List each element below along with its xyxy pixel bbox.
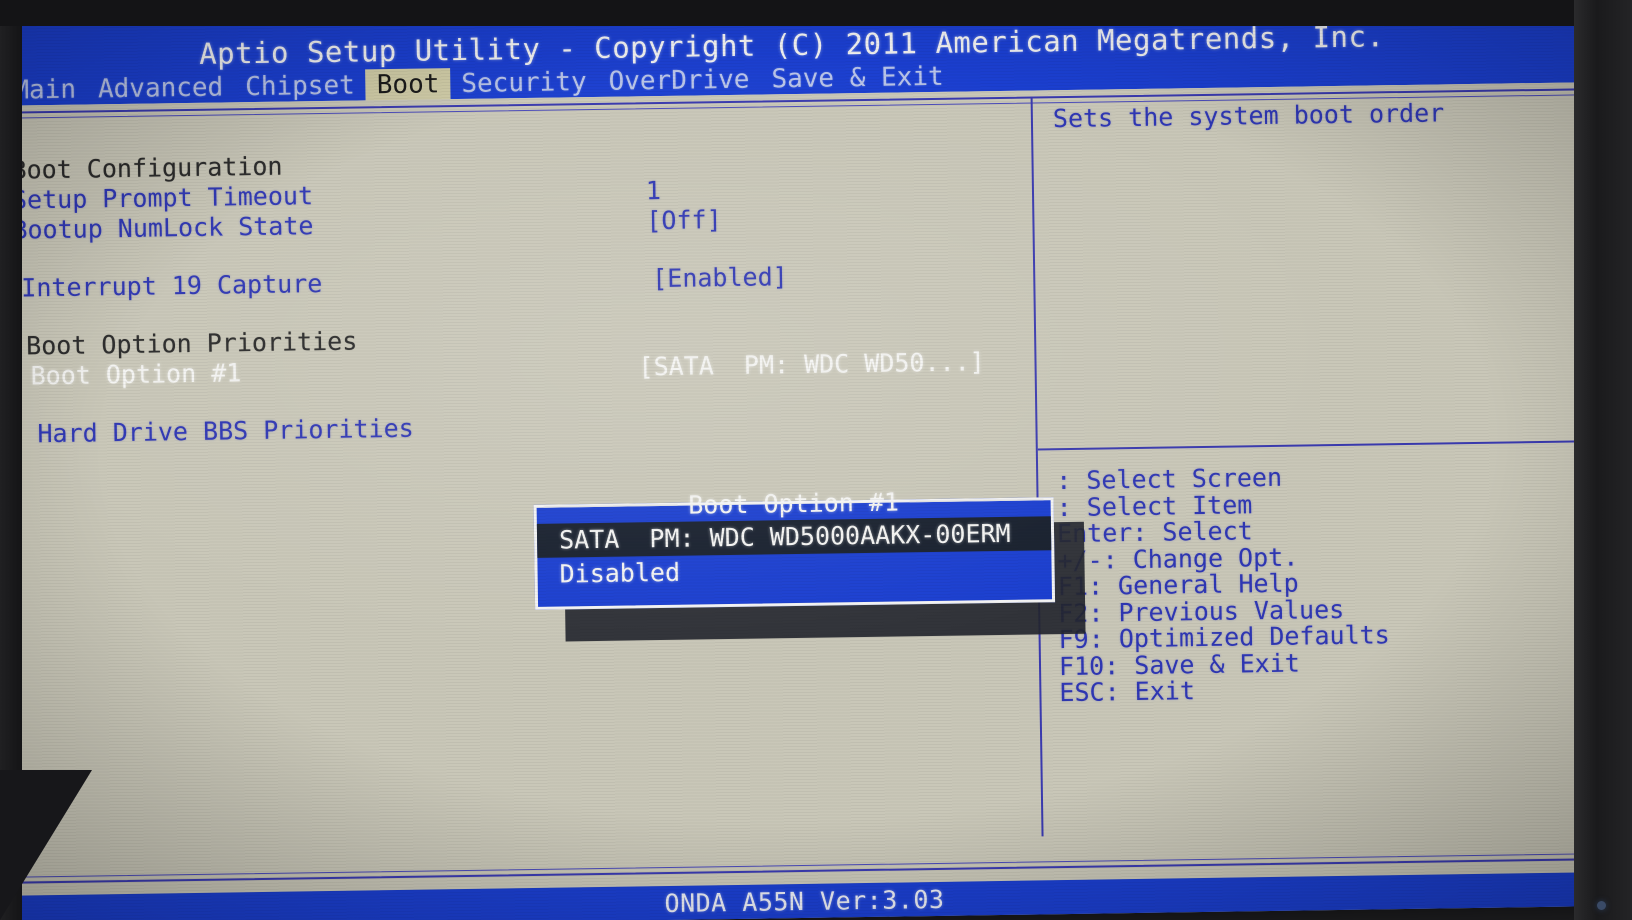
value-setup-prompt-timeout[interactable]: 1 <box>646 176 661 205</box>
key-legend: : Select Screen : Select Item Enter: Sel… <box>1056 461 1539 707</box>
value-boot-option-1[interactable]: [SATA PM: WDC WD50...] <box>638 347 985 381</box>
dialog-rule-right <box>909 498 1044 503</box>
photo-of-monitor: Aptio Setup Utility - Copyright (C) 2011… <box>0 0 1632 920</box>
tab-overdrive[interactable]: OverDrive <box>597 64 760 98</box>
dialog-option-list: SATA PM: WDC WD5000AAKX-00ERM Disabled <box>536 516 1052 592</box>
label-boot-option-priorities: Boot Option Priorities <box>25 326 358 361</box>
dialog-rule-left <box>543 503 678 508</box>
bios-body: Boot Configuration Setup Prompt Timeout … <box>0 82 1615 896</box>
dialog-option-disabled[interactable]: Disabled <box>537 550 1051 592</box>
tab-advanced[interactable]: Advanced <box>87 71 235 105</box>
boot-option-1-dialog: Boot Option #1 SATA PM: WDC WD5000AAKX-0… <box>533 487 1056 610</box>
tab-boot[interactable]: Boot <box>365 68 451 102</box>
label-bootup-numlock-state: Bootup NumLock State <box>12 211 314 245</box>
tab-security[interactable]: Security <box>450 66 598 100</box>
monitor-bezel-top <box>0 0 1632 26</box>
row-interrupt-19-capture[interactable]: Interrupt 19 Capture [Enabled] <box>7 259 1017 302</box>
value-bootup-numlock-state[interactable]: [Off] <box>646 205 722 235</box>
settings-pane: Boot Configuration Setup Prompt Timeout … <box>5 109 1026 844</box>
power-led-icon <box>1597 901 1606 910</box>
tab-save-exit[interactable]: Save & Exit <box>760 61 955 96</box>
monitor-bezel-right <box>1574 0 1632 920</box>
tab-chipset[interactable]: Chipset <box>234 69 366 103</box>
row-hard-drive-bbs-priorities[interactable]: Hard Drive BBS Priorities <box>9 405 1019 449</box>
label-boot-configuration: Boot Configuration <box>11 151 283 185</box>
label-boot-option-1: Boot Option #1 <box>30 358 242 391</box>
label-interrupt-19-capture: Interrupt 19 Capture <box>21 269 323 303</box>
bios-screen: Aptio Setup Utility - Copyright (C) 2011… <box>0 0 1615 920</box>
dialog-title: Boot Option #1 <box>688 487 900 520</box>
label-setup-prompt-timeout: Setup Prompt Timeout <box>11 181 314 215</box>
label-hard-drive-bbs-priorities: Hard Drive BBS Priorities <box>37 413 414 449</box>
value-interrupt-19-capture[interactable]: [Enabled] <box>652 262 788 293</box>
